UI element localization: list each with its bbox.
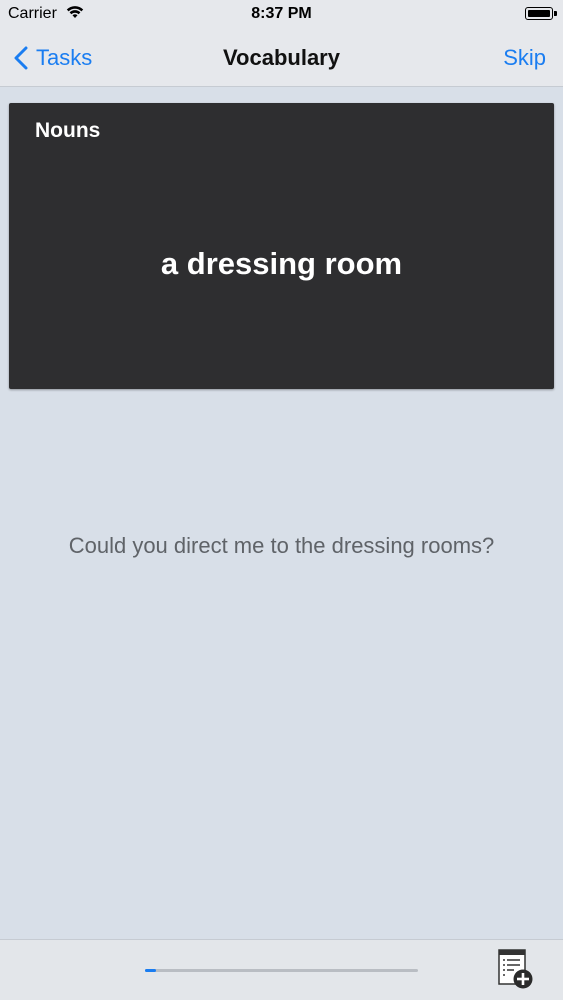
card-category: Nouns bbox=[35, 119, 101, 142]
add-to-list-icon bbox=[498, 949, 533, 989]
battery-icon bbox=[525, 7, 557, 20]
progress-bar bbox=[145, 969, 418, 972]
skip-button[interactable]: Skip bbox=[503, 45, 546, 71]
status-bar: Carrier 8:37 PM bbox=[0, 0, 563, 30]
bottom-toolbar bbox=[0, 939, 563, 1000]
page-title: Vocabulary bbox=[223, 45, 340, 70]
card-term: a dressing room bbox=[160, 246, 403, 281]
progress-fill bbox=[145, 969, 156, 972]
clock: 8:37 PM bbox=[251, 5, 312, 22]
example-sentence: Could you direct me to the dressing room… bbox=[68, 533, 495, 558]
navigation-bar: Tasks Vocabulary Skip bbox=[0, 30, 563, 87]
flashcard[interactable]: Nouns a dressing room bbox=[9, 103, 554, 389]
add-to-list-button[interactable] bbox=[496, 948, 534, 990]
